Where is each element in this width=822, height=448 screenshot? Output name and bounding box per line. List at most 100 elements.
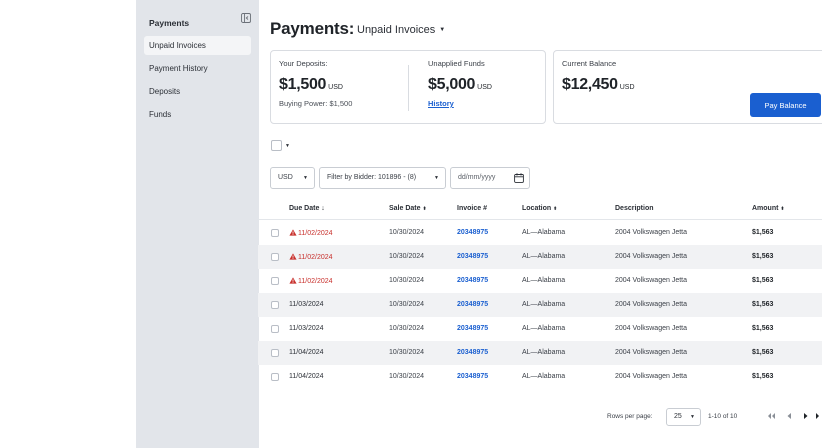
table-row[interactable]: 11/03/2024 10/30/2024 20348975 AL—Alabama 20…	[258, 293, 822, 317]
due-date-cell: 11/03/2024	[289, 301, 324, 308]
description-cell: 2004 Volkswagen Jetta	[615, 373, 687, 380]
unapplied-funds-amount: $5,000 USD	[428, 76, 492, 94]
invoice-link[interactable]: 20348975	[457, 277, 488, 284]
table-row[interactable]: 11/02/2024 10/30/2024 20348975 AL—Alabama 20…	[258, 245, 822, 269]
your-deposits-label: Your Deposits:	[279, 59, 328, 68]
due-date-text: 11/04/2024	[289, 349, 324, 356]
sidebar-item-unpaid-invoices[interactable]: Unpaid Invoices	[144, 36, 251, 55]
table-row[interactable]: 11/04/2024 10/30/2024 20348975 AL—Alabama 20…	[258, 365, 822, 389]
table-row[interactable]: 11/04/2024 10/30/2024 20348975 AL—Alabama 20…	[258, 341, 822, 365]
unapplied-funds-value: $5,000	[428, 76, 476, 93]
due-date-text: 11/02/2024	[298, 278, 333, 285]
rows-per-page-value: 25	[674, 413, 682, 420]
sort-icon: ⬍	[422, 206, 427, 212]
column-sale-date[interactable]: Sale Date ⬍	[389, 205, 427, 212]
rows-per-page-select[interactable]: 25 ▼	[666, 408, 701, 426]
date-input-placeholder: dd/mm/yyyy	[458, 174, 496, 181]
row-checkbox[interactable]	[271, 349, 279, 357]
view-dropdown-label: Unpaid Invoices	[357, 24, 436, 36]
invoice-link[interactable]: 20348975	[457, 349, 488, 356]
current-balance-amount: $12,450 USD	[562, 76, 635, 94]
select-all-checkbox[interactable]	[271, 140, 282, 151]
table-row[interactable]: 11/02/2024 10/30/2024 20348975 AL—Alabama 20…	[258, 269, 822, 293]
amount-cell: $1,563	[752, 301, 774, 308]
due-date-cell: 11/02/2024	[289, 277, 333, 285]
select-options-caret-icon[interactable]: ▼	[285, 143, 290, 149]
pay-balance-button[interactable]: Pay Balance	[750, 93, 821, 117]
amount-cell: $1,563	[752, 229, 774, 236]
sidebar-item-deposits[interactable]: Deposits	[144, 82, 251, 101]
sale-date-cell: 10/30/2024	[389, 253, 425, 260]
due-date-text: 11/02/2024	[298, 230, 333, 237]
location-cell: AL—Alabama	[522, 349, 566, 356]
collapse-sidebar-icon[interactable]	[241, 13, 251, 23]
location-cell: AL—Alabama	[522, 229, 566, 236]
row-checkbox[interactable]	[271, 253, 279, 261]
history-link[interactable]: History	[428, 99, 454, 108]
column-sale-date-label: Sale Date	[389, 205, 421, 212]
column-description-label: Description	[615, 205, 654, 212]
column-due-date[interactable]: Due Date ↓	[289, 205, 325, 212]
currency-select[interactable]: USD ▼	[270, 167, 315, 189]
column-description: Description	[615, 205, 654, 212]
location-cell: AL—Alabama	[522, 277, 566, 284]
row-checkbox[interactable]	[271, 277, 279, 285]
balance-card: Current Balance $12,450 USD Pay Balance	[553, 50, 822, 124]
sort-desc-icon: ↓	[321, 205, 325, 212]
table-row[interactable]: 11/02/2024 10/30/2024 20348975 AL—Alabama 20…	[258, 221, 822, 245]
row-checkbox[interactable]	[271, 301, 279, 309]
description-cell: 2004 Volkswagen Jetta	[615, 325, 687, 332]
current-balance-currency: USD	[619, 84, 635, 91]
column-invoice-label: Invoice #	[457, 205, 487, 212]
payments-page: Payments Unpaid Invoices Payment History…	[0, 0, 822, 448]
unapplied-funds-label: Unapplied Funds	[428, 59, 485, 68]
sidebar-item-payment-history[interactable]: Payment History	[144, 59, 251, 78]
sale-date-cell: 10/30/2024	[389, 229, 425, 236]
caret-down-icon: ▼	[303, 175, 308, 181]
calendar-icon[interactable]	[514, 173, 524, 183]
last-page-icon[interactable]	[814, 411, 822, 421]
location-cell: AL—Alabama	[522, 373, 566, 380]
view-dropdown[interactable]: Unpaid Invoices ▼	[357, 24, 445, 36]
row-checkbox[interactable]	[271, 325, 279, 333]
bidder-filter-select[interactable]: Filter by Bidder: 101896 - (8) ▼	[319, 167, 446, 189]
due-date-text: 11/04/2024	[289, 373, 324, 380]
amount-cell: $1,563	[752, 253, 774, 260]
table-row[interactable]: 11/03/2024 10/30/2024 20348975 AL—Alabama 20…	[258, 317, 822, 341]
sale-date-cell: 10/30/2024	[389, 349, 425, 356]
sidebar-item-funds[interactable]: Funds	[144, 105, 251, 124]
column-amount[interactable]: Amount ⬍	[752, 205, 785, 212]
description-cell: 2004 Volkswagen Jetta	[615, 253, 687, 260]
column-location[interactable]: Location ⬍	[522, 205, 557, 212]
buying-power: Buying Power: $1,500	[279, 99, 353, 108]
due-date-cell: 11/04/2024	[289, 349, 324, 356]
caret-down-icon: ▼	[434, 175, 439, 181]
column-due-date-label: Due Date	[289, 205, 320, 212]
description-cell: 2004 Volkswagen Jetta	[615, 349, 687, 356]
row-checkbox[interactable]	[271, 373, 279, 381]
column-invoice[interactable]: Invoice #	[457, 205, 487, 212]
row-checkbox[interactable]	[271, 229, 279, 237]
sidebar-header: Payments	[149, 13, 253, 28]
next-page-icon[interactable]	[801, 411, 811, 421]
previous-page-icon[interactable]	[784, 411, 794, 421]
your-deposits-value: $1,500	[279, 76, 327, 93]
invoice-link[interactable]: 20348975	[457, 229, 488, 236]
first-page-icon[interactable]	[766, 411, 776, 421]
invoice-link[interactable]: 20348975	[457, 253, 488, 260]
date-input[interactable]: dd/mm/yyyy	[450, 167, 530, 189]
due-date-cell: 11/03/2024	[289, 325, 324, 332]
warning-icon	[289, 277, 297, 284]
invoice-link[interactable]: 20348975	[457, 301, 488, 308]
invoice-link[interactable]: 20348975	[457, 373, 488, 380]
location-cell: AL—Alabama	[522, 325, 566, 332]
current-balance-label: Current Balance	[562, 59, 617, 68]
invoice-link[interactable]: 20348975	[457, 325, 488, 332]
due-date-cell: 11/02/2024	[289, 229, 333, 237]
amount-cell: $1,563	[752, 349, 774, 356]
amount-cell: $1,563	[752, 373, 774, 380]
sort-icon: ⬍	[780, 206, 785, 212]
due-date-text: 11/02/2024	[298, 254, 333, 261]
sidebar-title: Payments	[149, 18, 190, 28]
warning-icon	[289, 253, 297, 260]
